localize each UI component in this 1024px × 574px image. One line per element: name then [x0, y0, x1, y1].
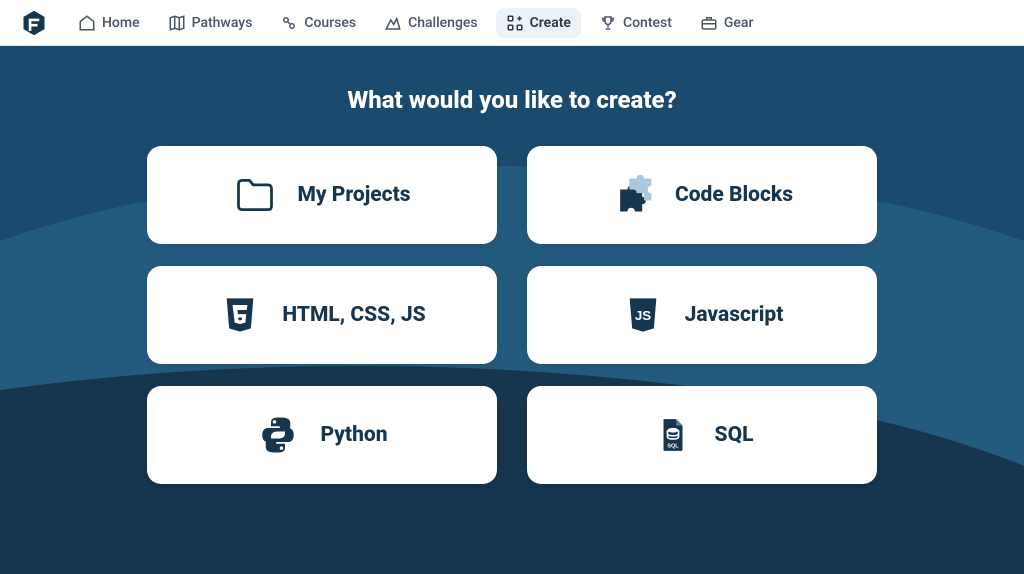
card-label: HTML, CSS, JS	[282, 303, 425, 327]
mountain-icon	[384, 14, 402, 32]
svg-text:JS: JS	[634, 308, 650, 323]
puzzle-icon	[611, 173, 655, 217]
svg-text:SQL: SQL	[667, 444, 679, 450]
nav-courses[interactable]: Courses	[270, 8, 366, 38]
nav-gear[interactable]: Gear	[690, 8, 764, 38]
main-content: What would you like to create? My Projec…	[0, 46, 1024, 484]
folder-icon	[233, 173, 277, 217]
nav-label: Contest	[623, 15, 672, 31]
nav-home[interactable]: Home	[68, 8, 150, 38]
card-label: Code Blocks	[675, 183, 793, 207]
nav-label: Create	[530, 15, 571, 31]
sql-file-icon: SQL	[651, 413, 695, 457]
create-cards-grid: My Projects Code Blocks HTML, CSS, JS	[0, 146, 1024, 484]
card-python[interactable]: Python	[147, 386, 497, 484]
card-code-blocks[interactable]: Code Blocks	[527, 146, 877, 244]
app-logo[interactable]	[20, 9, 48, 37]
page-heading: What would you like to create?	[0, 86, 1024, 114]
link-icon	[280, 14, 298, 32]
nav-label: Home	[102, 15, 140, 31]
trophy-icon	[599, 14, 617, 32]
javascript-icon: JS	[621, 293, 665, 337]
map-icon	[168, 14, 186, 32]
card-label: My Projects	[297, 183, 410, 207]
nav-pathways[interactable]: Pathways	[158, 8, 263, 38]
nav-label: Gear	[724, 15, 754, 31]
card-my-projects[interactable]: My Projects	[147, 146, 497, 244]
nav-label: Pathways	[192, 15, 253, 31]
nav-label: Challenges	[408, 15, 478, 31]
card-sql[interactable]: SQL SQL	[527, 386, 877, 484]
python-icon	[256, 413, 300, 457]
nav-label: Courses	[304, 15, 356, 31]
card-javascript[interactable]: JS Javascript	[527, 266, 877, 364]
grid-plus-icon	[506, 14, 524, 32]
top-navigation: Home Pathways Courses Challenges	[0, 0, 1024, 46]
nav-challenges[interactable]: Challenges	[374, 8, 488, 38]
html5-icon	[218, 293, 262, 337]
card-label: Python	[320, 423, 387, 447]
briefcase-icon	[700, 14, 718, 32]
card-html-css-js[interactable]: HTML, CSS, JS	[147, 266, 497, 364]
card-label: Javascript	[685, 303, 784, 327]
home-icon	[78, 14, 96, 32]
nav-create[interactable]: Create	[496, 8, 581, 38]
card-label: SQL	[715, 423, 754, 447]
nav-contest[interactable]: Contest	[589, 8, 682, 38]
